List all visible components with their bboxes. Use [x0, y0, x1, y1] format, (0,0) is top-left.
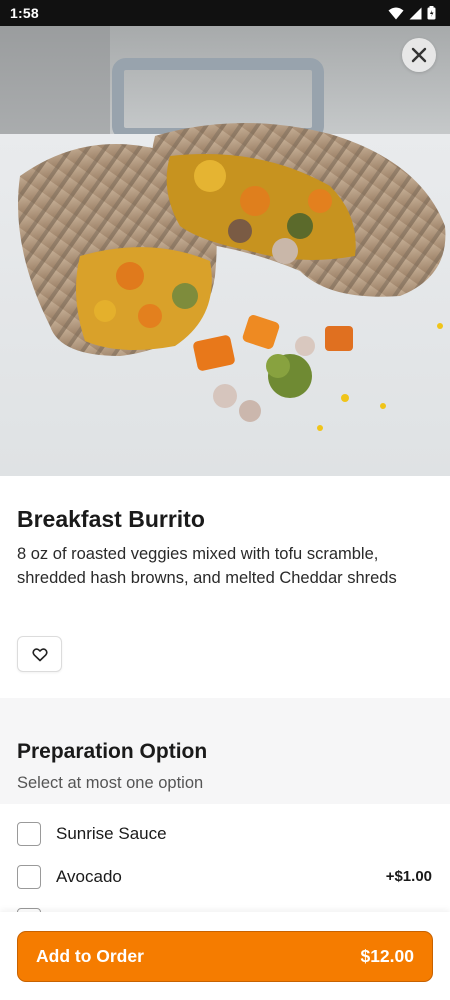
order-footer: Add to Order $12.00: [0, 912, 450, 1000]
add-to-order-label: Add to Order: [36, 946, 144, 966]
option-label: Sunrise Sauce: [56, 824, 167, 843]
favorite-button[interactable]: [17, 636, 62, 672]
add-to-order-button[interactable]: Add to Order $12.00: [17, 931, 433, 982]
option-label: Avocado: [56, 867, 122, 886]
preparation-section-header: Preparation Option Select at most one op…: [0, 698, 450, 804]
battery-icon: [427, 6, 436, 20]
section-title: Preparation Option: [17, 740, 208, 763]
status-bar: 1:58: [0, 0, 450, 26]
option-price: +$1.00: [385, 868, 432, 885]
wifi-icon: [388, 7, 404, 19]
status-icons: [388, 6, 436, 20]
heart-icon: [31, 647, 48, 661]
option-checkbox[interactable]: [17, 865, 41, 889]
order-total: $12.00: [360, 946, 414, 966]
signal-icon: [409, 7, 422, 19]
option-avocado[interactable]: Avocado +$1.00: [0, 857, 450, 897]
item-description: 8 oz of roasted veggies mixed with tofu …: [17, 545, 397, 587]
option-checkbox[interactable]: [17, 822, 41, 846]
status-time: 1:58: [10, 5, 39, 21]
item-title: Breakfast Burrito: [17, 506, 205, 532]
close-button[interactable]: [402, 38, 436, 72]
option-sunrise-sauce[interactable]: Sunrise Sauce: [0, 814, 450, 854]
section-subtitle: Select at most one option: [17, 774, 204, 792]
item-photo: [0, 26, 450, 476]
close-icon: [411, 47, 427, 63]
